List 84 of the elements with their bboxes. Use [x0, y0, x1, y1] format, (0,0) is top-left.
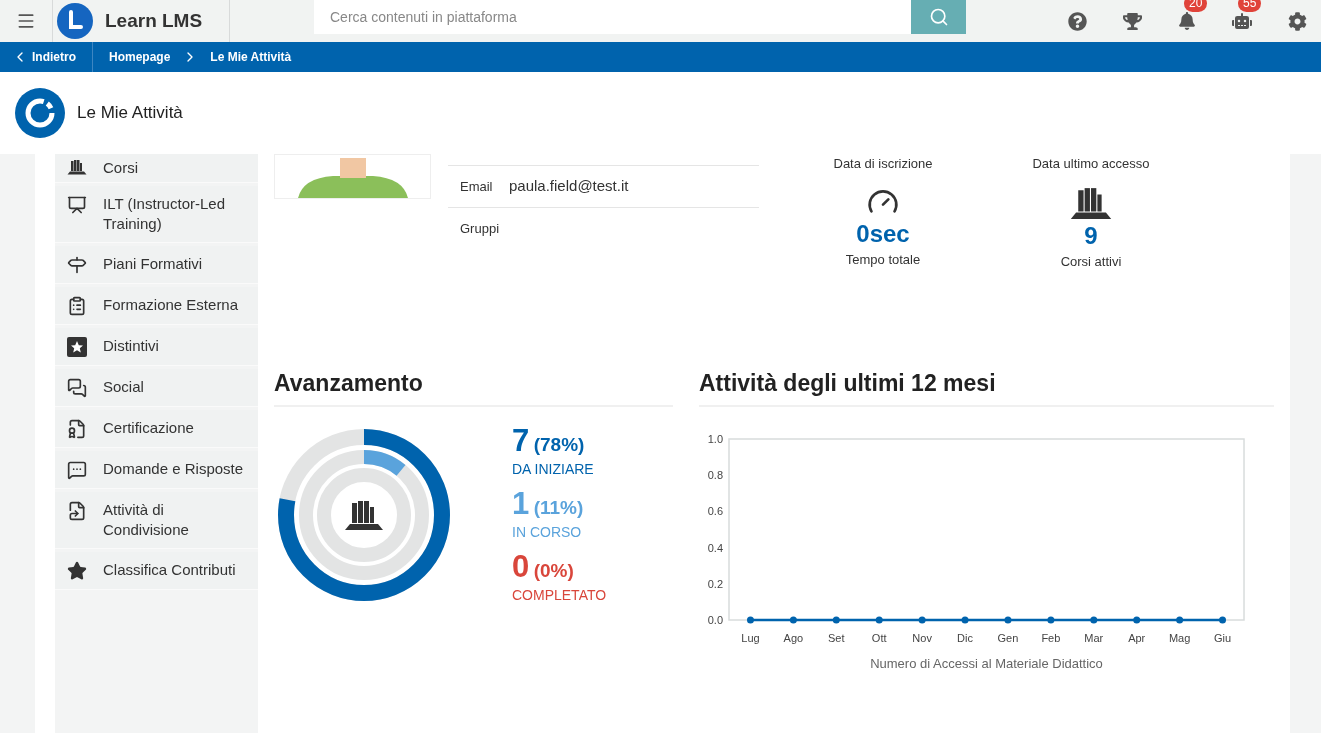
- x-tick-label: Giu: [1214, 631, 1232, 644]
- clipboard-icon: [67, 296, 87, 316]
- section-title: Attività degli ultimi 12 mesi: [699, 366, 1274, 407]
- field-label: Email: [459, 177, 494, 196]
- x-tick-label: Apr: [1128, 631, 1146, 644]
- section-title: Avanzamento: [274, 366, 673, 407]
- x-tick-label: Ago: [783, 631, 804, 644]
- stat-value: 9: [1084, 220, 1098, 251]
- search-field[interactable]: Cerca contenuti in piattaforma: [314, 0, 911, 34]
- menu-icon: [16, 11, 36, 31]
- field-label: Gruppi: [459, 220, 501, 239]
- chat-bubbles-icon: [67, 460, 87, 480]
- robot-icon[interactable]: [1232, 12, 1252, 30]
- stat-heading: Data ultimo accesso: [1031, 155, 1151, 173]
- stat-label: Tempo totale: [845, 250, 921, 269]
- data-point: [1133, 616, 1141, 623]
- trophy-icon[interactable]: [1123, 11, 1142, 31]
- x-tick-label: Feb: [1041, 631, 1061, 644]
- x-tick-label: Gen: [997, 631, 1019, 644]
- x-tick-label: Ott: [871, 631, 887, 644]
- data-point: [789, 616, 797, 623]
- x-tick-label: Set: [828, 631, 845, 644]
- help-icon[interactable]: [1068, 11, 1087, 31]
- sidebar-label: Formazione Esterna: [103, 295, 239, 315]
- chat-bubbles-icon: [67, 378, 87, 398]
- sidebar-label: Social: [103, 377, 144, 397]
- sidebar-label: Piani Formativi: [103, 254, 203, 274]
- status-label: DA INIZIARE: [512, 461, 595, 477]
- search-icon: [928, 7, 949, 27]
- x-tick-label: Mar: [1084, 631, 1104, 644]
- settings-icon[interactable]: [1288, 11, 1307, 31]
- stat-value: 0sec: [856, 218, 910, 249]
- status-label: COMPLETATO: [512, 587, 607, 603]
- x-tick-label: Mag: [1168, 631, 1191, 644]
- status-count: 1(11%): [512, 489, 585, 523]
- x-tick-label: Lug: [741, 631, 760, 644]
- field-value: paula.field@test.it: [509, 176, 629, 197]
- status-label: IN CORSO: [512, 524, 583, 540]
- x-axis-title: Numero di Accessi al Materiale Didattico: [870, 655, 1103, 671]
- books-icon: [1068, 185, 1114, 220]
- y-tick-label: 0.4: [707, 541, 723, 554]
- signpost-icon: [67, 255, 87, 275]
- x-tick-label: Nov: [912, 631, 932, 644]
- data-point: [1176, 616, 1184, 623]
- presentation-board-icon: [67, 195, 87, 215]
- x-tick-label: Dic: [957, 631, 973, 644]
- y-tick-label: 1.0: [707, 432, 723, 445]
- brand-name: Learn LMS: [105, 8, 203, 33]
- data-point: [1004, 616, 1012, 623]
- page-title: Le Mie Attività: [77, 102, 183, 125]
- activity-ring-icon: [15, 88, 65, 138]
- sidebar-label: Domande e Risposte: [103, 459, 244, 479]
- data-point: [918, 616, 926, 623]
- shared-file-icon: [67, 501, 87, 521]
- certificate-icon: [67, 419, 87, 439]
- data-point: [1090, 616, 1098, 623]
- star-square-icon: [67, 337, 87, 357]
- bell-icon[interactable]: [1178, 12, 1196, 30]
- star-icon: [67, 561, 87, 581]
- data-point: [961, 616, 969, 623]
- data-point: [875, 616, 883, 623]
- sidebar-label: Corsi: [103, 158, 138, 178]
- sidebar-label: Classifica Contributi: [103, 560, 236, 580]
- sidebar-label: ILT (Instructor-Led Training): [103, 194, 226, 234]
- breadcrumb-link[interactable]: Homepage: [109, 48, 171, 66]
- books-icon: [343, 498, 385, 531]
- y-tick-label: 0.8: [707, 468, 723, 481]
- sidebar-label: Certificazione: [103, 418, 194, 438]
- data-point: [746, 616, 754, 623]
- y-tick-label: 0.6: [707, 504, 723, 517]
- status-count: 0(0%): [512, 552, 575, 586]
- stat-label: Corsi attivi: [1060, 252, 1122, 271]
- books-icon: [67, 159, 87, 175]
- breadcrumb-link[interactable]: Le Mie Attività: [210, 48, 292, 66]
- sidebar-label: Attività di Condivisione: [103, 500, 190, 540]
- y-tick-label: 0.2: [707, 577, 723, 590]
- logo-icon: [57, 3, 93, 39]
- data-point: [1047, 616, 1055, 623]
- status-count: 7(78%): [512, 426, 586, 460]
- stat-heading: Data di iscrizione: [832, 155, 934, 173]
- data-point: [832, 616, 840, 623]
- data-point: [1219, 616, 1227, 623]
- y-tick-label: 0.0: [707, 613, 723, 626]
- sidebar-label: Distintivi: [103, 336, 159, 356]
